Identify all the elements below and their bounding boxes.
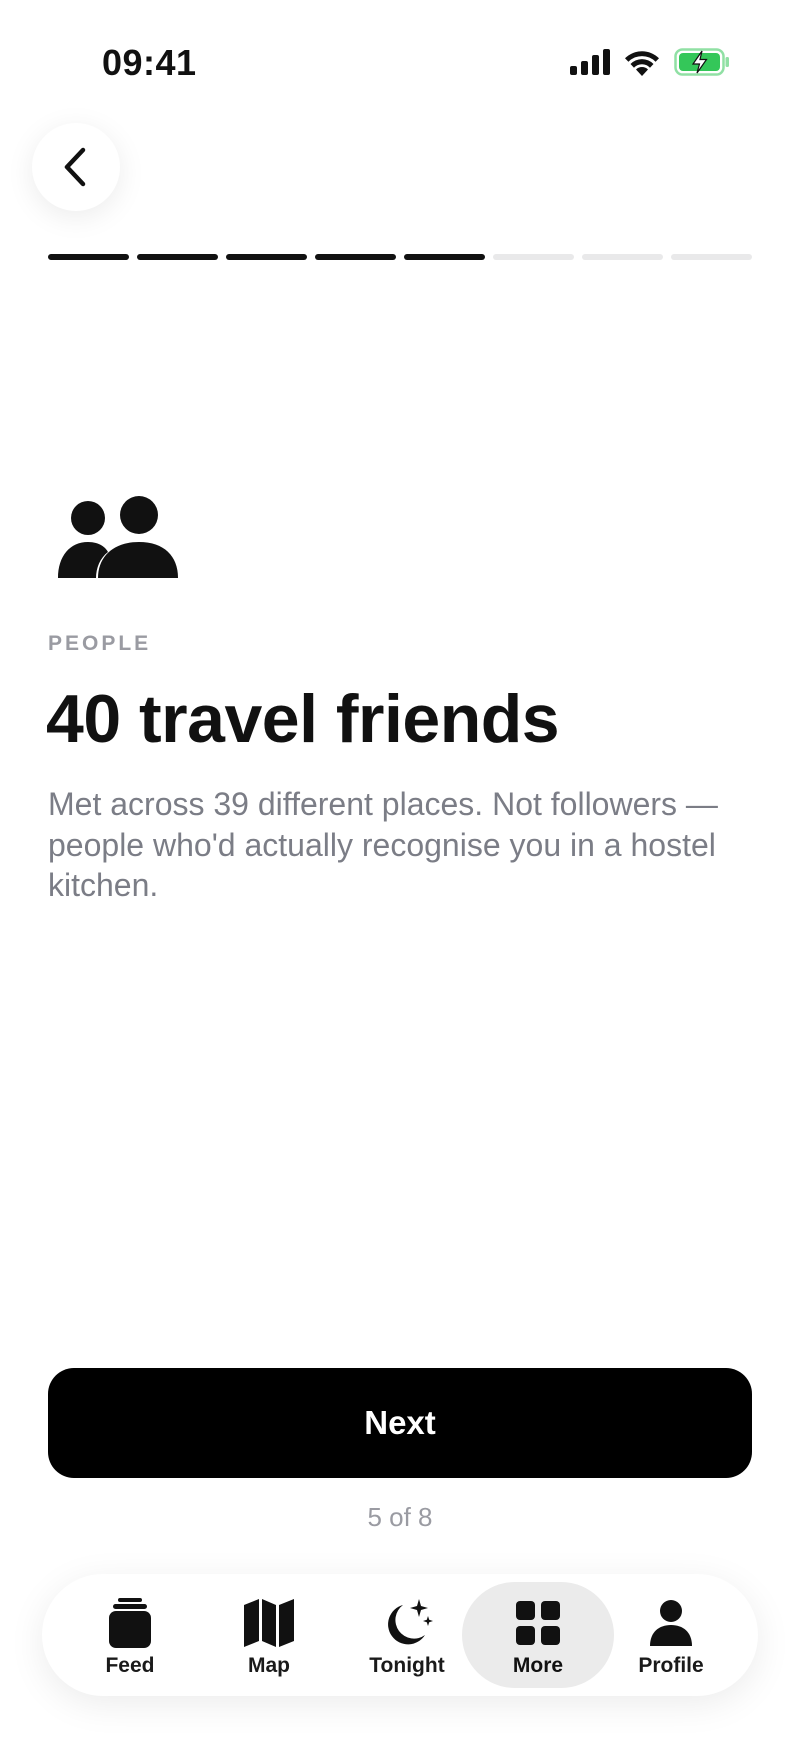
feed-stack-icon <box>109 1598 151 1648</box>
status-icons <box>570 48 730 76</box>
tab-more[interactable]: More <box>462 1582 614 1688</box>
cellular-signal-icon <box>570 49 610 75</box>
tab-profile[interactable]: Profile <box>603 1574 739 1696</box>
tab-label: Feed <box>105 1654 155 1677</box>
onboarding-screen: 09:41 PEOPLE 40 travel friends Met acros… <box>0 0 800 1739</box>
tab-label: Profile <box>638 1654 704 1677</box>
map-icon <box>244 1599 294 1647</box>
people-icon <box>58 496 178 578</box>
progress-segment <box>404 254 485 260</box>
tab-label: More <box>512 1654 564 1677</box>
progress-segment <box>315 254 396 260</box>
back-button[interactable] <box>32 123 120 211</box>
section-eyebrow: PEOPLE <box>48 632 152 655</box>
wifi-icon <box>625 50 659 76</box>
next-button[interactable]: Next <box>48 1368 752 1478</box>
page-title: 40 travel friends <box>46 681 560 757</box>
progress-segment <box>137 254 218 260</box>
step-counter: 5 of 8 <box>367 1502 433 1532</box>
description-text: Met across 39 different places. Not foll… <box>48 786 718 903</box>
battery-charging-icon <box>674 48 729 76</box>
tab-feed[interactable]: Feed <box>62 1574 198 1696</box>
progress-segment <box>671 254 752 260</box>
tab-label: Tonight <box>369 1654 445 1677</box>
progress-segment <box>493 254 574 260</box>
progress-indicator <box>48 254 752 260</box>
tab-label: Map <box>248 1654 290 1677</box>
progress-segment <box>48 254 129 260</box>
chevron-left-icon <box>64 147 86 187</box>
grid-icon <box>516 1601 560 1645</box>
progress-segment <box>226 254 307 260</box>
progress-segment <box>582 254 663 260</box>
tab-map[interactable]: Map <box>201 1574 337 1696</box>
moon-stars-icon <box>388 1599 433 1645</box>
bottom-tab-bar: Feed Map Tonight More Profile <box>42 1574 758 1696</box>
person-icon <box>650 1600 692 1646</box>
status-time: 09:41 <box>102 42 197 83</box>
tab-tonight[interactable]: Tonight <box>339 1574 475 1696</box>
